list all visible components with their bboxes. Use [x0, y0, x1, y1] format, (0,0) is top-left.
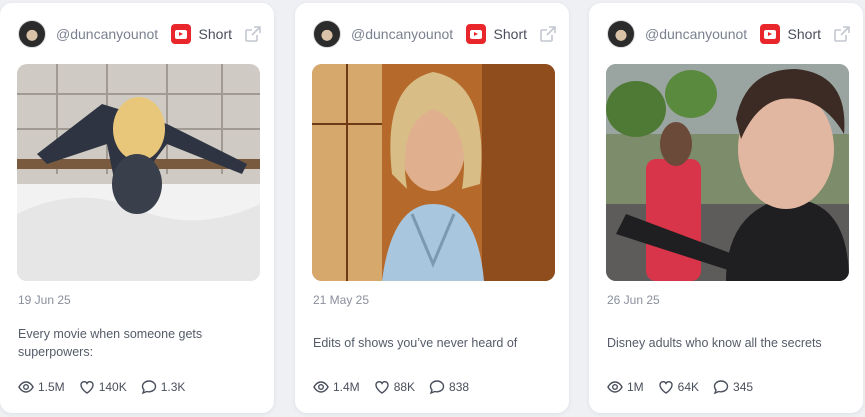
views-stat: 1M: [607, 379, 644, 395]
stats-row: 1M 64K 345: [607, 379, 767, 395]
external-link-icon[interactable]: [244, 25, 262, 43]
external-link-icon[interactable]: [833, 25, 851, 43]
likes-count: 88K: [393, 380, 416, 394]
comments-stat: 345: [713, 379, 753, 395]
comment-icon: [429, 380, 445, 395]
video-caption: Disney adults who know all the secrets: [607, 323, 847, 363]
eye-icon: [18, 381, 34, 393]
publish-date: 26 Jun 25: [607, 293, 660, 307]
eye-icon: [313, 381, 329, 393]
caption-text: Every movie when someone gets superpower…: [18, 327, 203, 359]
youtube-icon: [170, 24, 191, 44]
caption-text: Disney adults who know all the secrets: [607, 336, 822, 350]
video-card[interactable]: @duncanyounot Short 21 May 25 Edits of s…: [295, 3, 569, 413]
card-header: @duncanyounot Short: [607, 19, 851, 49]
views-count: 1.5M: [38, 380, 65, 394]
heart-icon: [374, 381, 389, 394]
comments-count: 838: [449, 380, 470, 394]
youtube-icon: [759, 24, 780, 44]
video-thumbnail[interactable]: [312, 64, 555, 281]
views-count: 1M: [627, 380, 644, 394]
publish-date: 21 May 25: [313, 293, 370, 307]
likes-stat: 64K: [658, 379, 699, 395]
views-stat: 1.4M: [313, 379, 360, 395]
likes-count: 64K: [677, 380, 700, 394]
card-header: @duncanyounot Short: [313, 19, 557, 49]
views-count: 1.4M: [333, 380, 360, 394]
video-caption: Edits of shows you’ve never heard of: [313, 323, 553, 363]
video-card[interactable]: @duncanyounot Short 19 Jun 25 Every movi…: [0, 3, 274, 413]
channel-handle[interactable]: @duncanyounot: [56, 26, 171, 42]
video-card[interactable]: @duncanyounot Short 26 Jun 25 Disney adu…: [589, 3, 863, 413]
heart-icon: [658, 381, 673, 394]
likes-stat: 88K: [374, 379, 415, 395]
heart-icon: [79, 381, 94, 394]
video-thumbnail[interactable]: [606, 64, 849, 281]
eye-icon: [607, 381, 623, 393]
youtube-icon: [465, 24, 486, 44]
video-type-label: Short: [493, 26, 527, 42]
video-type-label: Short: [198, 26, 232, 42]
comments-stat: 1.3K: [141, 379, 186, 395]
comments-stat: 838: [429, 379, 469, 395]
channel-handle[interactable]: @duncanyounot: [351, 26, 466, 42]
channel-handle[interactable]: @duncanyounot: [645, 26, 760, 42]
card-header: @duncanyounot Short: [18, 19, 262, 49]
avatar[interactable]: [313, 20, 341, 48]
avatar[interactable]: [18, 20, 46, 48]
avatar[interactable]: [607, 20, 635, 48]
caption-text: Edits of shows you’ve never heard of: [313, 336, 518, 350]
video-caption: Every movie when someone gets superpower…: [18, 323, 258, 363]
views-stat: 1.5M: [18, 379, 65, 395]
stats-row: 1.4M 88K 838: [313, 379, 483, 395]
video-type-label: Short: [787, 26, 821, 42]
comment-icon: [141, 380, 156, 395]
likes-stat: 140K: [79, 379, 127, 395]
comments-count: 345: [733, 380, 754, 394]
comments-count: 1.3K: [160, 380, 186, 394]
publish-date: 19 Jun 25: [18, 293, 71, 307]
video-thumbnail[interactable]: [17, 64, 260, 281]
external-link-icon[interactable]: [539, 25, 557, 43]
comment-icon: [713, 380, 729, 395]
likes-count: 140K: [98, 380, 127, 394]
stats-row: 1.5M 140K 1.3K: [18, 379, 199, 395]
